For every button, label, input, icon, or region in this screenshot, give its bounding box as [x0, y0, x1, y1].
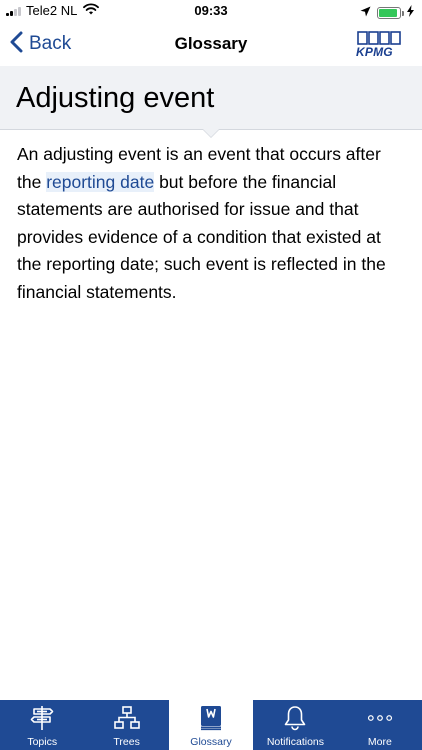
tab-label: More: [367, 736, 392, 748]
status-bar: Tele2 NL 09:33: [0, 0, 422, 22]
tab-glossary[interactable]: Glossary: [168, 700, 254, 750]
signpost-icon: [29, 705, 55, 731]
more-dots-icon: [367, 705, 393, 731]
bell-icon: [282, 705, 308, 731]
status-time: 09:33: [194, 3, 228, 18]
battery-icon: [377, 7, 404, 19]
tab-bar: Topics Trees Glossary Notifications More: [0, 700, 422, 750]
location-icon: [360, 4, 371, 22]
term-definition: An adjusting event is an event that occu…: [17, 141, 407, 306]
tab-label: Trees: [113, 736, 140, 748]
tab-trees[interactable]: Trees: [84, 700, 168, 750]
charging-icon: [407, 4, 414, 22]
book-icon: [198, 705, 224, 731]
tab-more[interactable]: More: [338, 700, 422, 750]
tab-label: Notifications: [266, 736, 325, 748]
glossary-link-reporting-date[interactable]: reporting date: [46, 171, 155, 192]
term-header: Adjusting event: [0, 66, 422, 130]
tab-label: Topics: [27, 736, 58, 748]
term-title: Adjusting event: [16, 82, 215, 114]
kpmg-logo-text: KPMG: [356, 45, 393, 59]
battery-fill: [379, 9, 397, 17]
status-right: [360, 4, 414, 22]
kpmg-logo: KPMG: [356, 31, 402, 59]
nav-bar: Back Glossary KPMG: [0, 22, 422, 66]
header-pointer-fill: [203, 129, 219, 137]
tab-topics[interactable]: Topics: [0, 700, 84, 750]
tab-label: Glossary: [190, 736, 232, 748]
tab-notifications[interactable]: Notifications: [253, 700, 337, 750]
hierarchy-icon: [113, 705, 140, 731]
